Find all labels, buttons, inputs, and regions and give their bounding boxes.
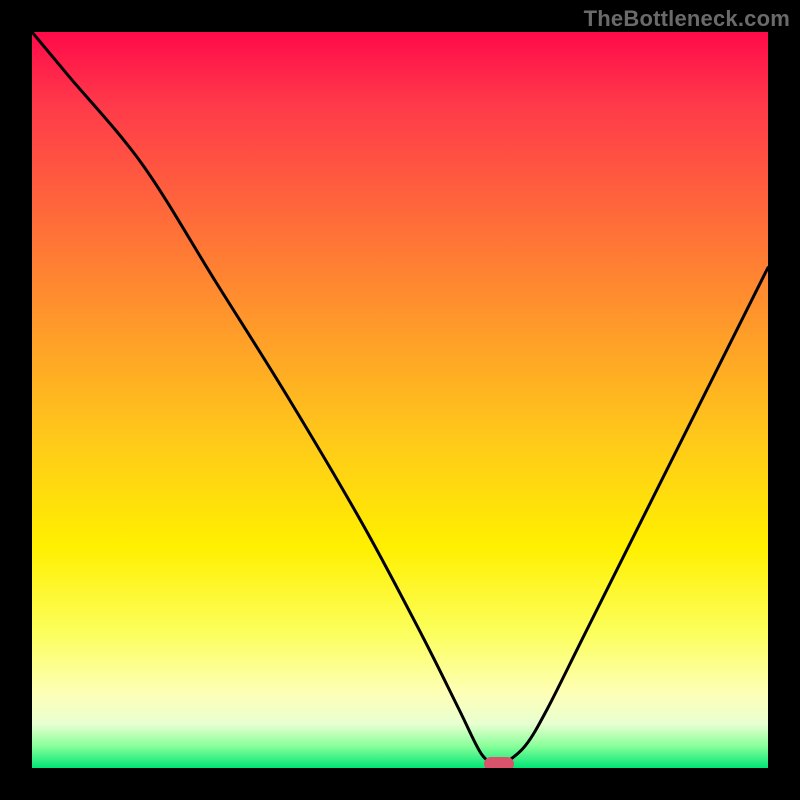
plot-area (32, 32, 768, 768)
optimal-marker (484, 757, 514, 768)
chart-frame: TheBottleneck.com (0, 0, 800, 800)
bottleneck-curve (32, 32, 768, 768)
watermark-label: TheBottleneck.com (584, 6, 790, 32)
